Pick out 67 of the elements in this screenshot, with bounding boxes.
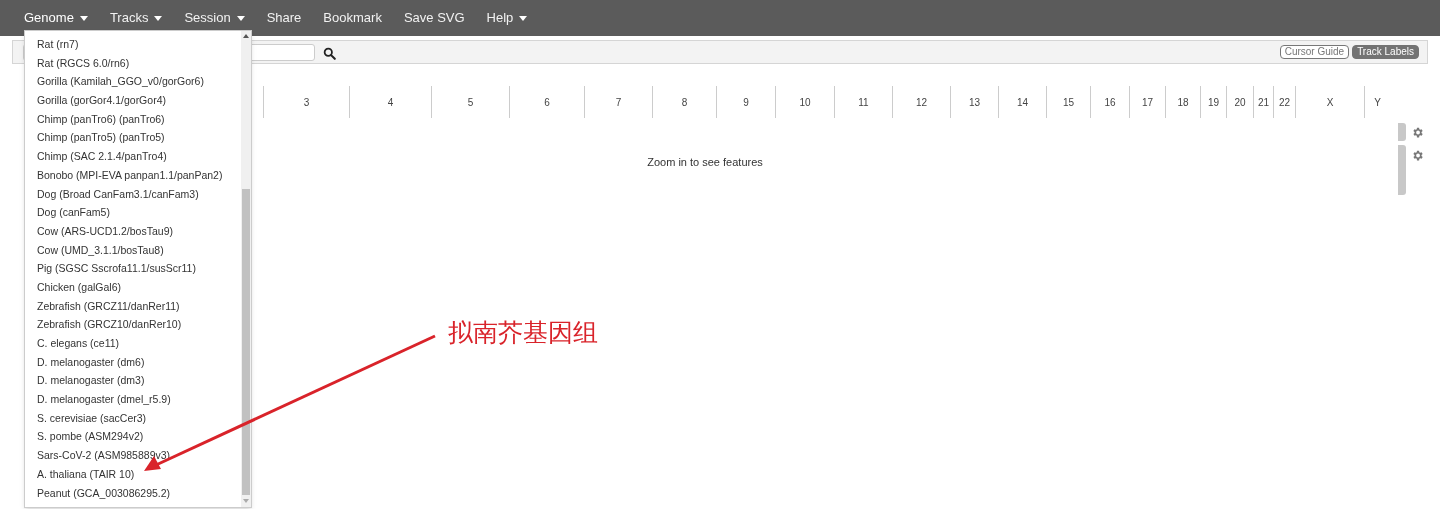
dropdown-item[interactable]: Chimp (panTro5) (panTro5) — [37, 128, 241, 148]
dropdown-item[interactable]: Cow (ARS-UCD1.2/bosTau9) — [37, 221, 241, 241]
status-message: Zoom in to see features — [647, 155, 763, 170]
chromosome-label[interactable]: Y — [1364, 86, 1390, 118]
menu-item[interactable]: Genome — [24, 0, 88, 36]
dropdown-item[interactable]: Zebrafish (GRCZ10/danRer10) — [37, 315, 241, 334]
dropdown-item[interactable]: Zebrafish (GRCZ11/danRer11) — [37, 296, 241, 316]
dropdown-item[interactable]: Dog (Broad CanFam3.1/canFam3) — [37, 184, 241, 204]
menu-item[interactable]: Tracks — [109, 0, 163, 36]
chromosome-label[interactable]: 22 — [1273, 86, 1295, 118]
track-handle[interactable] — [1398, 145, 1406, 195]
track-handle[interactable] — [1398, 123, 1406, 141]
dropdown-item[interactable]: S. cerevisiae (sacCer3) — [37, 408, 241, 428]
chromosome-label[interactable]: 21 — [1253, 86, 1273, 118]
chromosome-label[interactable]: 17 — [1129, 86, 1165, 118]
chromosome-label[interactable]: X — [1295, 86, 1364, 118]
dropdown-item[interactable]: D. melanogaster (dmel_r5.9) — [37, 390, 241, 409]
chromosome-label[interactable]: 3 — [263, 86, 349, 118]
menu-item[interactable]: Session — [184, 0, 245, 36]
settings-icon[interactable] — [1411, 149, 1424, 162]
chromosome-label[interactable]: 18 — [1165, 86, 1200, 118]
chromosome-label[interactable]: 14 — [998, 86, 1046, 118]
dropdown-item[interactable]: S. pombe (ASM294v2) — [37, 427, 241, 447]
chromosome-label[interactable]: 6 — [509, 86, 584, 118]
toggle-button[interactable]: Cursor Guide — [1279, 45, 1350, 59]
settings-icon[interactable] — [1411, 125, 1424, 139]
dropdown-item[interactable]: Chicken (galGal6) — [37, 277, 241, 297]
dropdown-item[interactable]: Chimp (SAC 2.1.4/panTro4) — [37, 147, 241, 166]
chromosome-label[interactable]: 15 — [1046, 86, 1090, 118]
dropdown-item[interactable]: A. thaliana (TAIR 10) — [37, 464, 241, 484]
chromosome-label[interactable]: 11 — [834, 86, 892, 118]
menu-item[interactable]: Bookmark — [323, 0, 382, 36]
dropdown-item[interactable]: Gorilla (gorGor4.1/gorGor4) — [37, 91, 241, 110]
search-icon[interactable] — [323, 47, 336, 60]
dropdown-item[interactable]: Sars-CoV-2 (ASM985889v3) — [37, 446, 241, 465]
chromosome-label[interactable]: 16 — [1090, 86, 1129, 118]
dropdown-item[interactable]: Cow (UMD_3.1.1/bosTau8) — [37, 240, 241, 260]
chromosome-label[interactable]: 12 — [892, 86, 950, 118]
dropdown-item[interactable]: Peanut (GCA_003086295.2) — [37, 483, 241, 503]
chromosome-label[interactable]: 5 — [431, 86, 509, 118]
dropdown-item[interactable]: Chimp (panTro6) (panTro6) — [37, 109, 241, 129]
chromosome-label[interactable]: 13 — [950, 86, 998, 118]
dropdown-item[interactable]: D. melanogaster (dm3) — [37, 371, 241, 391]
chromosome-label[interactable]: 8 — [652, 86, 716, 118]
dropdown-item[interactable]: D. melanogaster (dm6) — [37, 352, 241, 372]
scrollbar[interactable] — [241, 31, 251, 507]
menu-item[interactable]: Share — [266, 0, 302, 36]
chromosome-label[interactable]: 20 — [1226, 86, 1253, 118]
chromosome-label[interactable]: 9 — [716, 86, 775, 118]
chromosome-label[interactable]: 4 — [349, 86, 431, 118]
scroll-up-icon[interactable] — [243, 34, 249, 38]
toggle-button[interactable]: Track Labels — [1352, 45, 1419, 59]
dropdown-item[interactable]: Bonobo (MPI-EVA panpan1.1/panPan2) — [37, 165, 241, 185]
dropdown-item[interactable]: Pig (SGSC Sscrofa11.1/susScr11) — [37, 259, 241, 278]
dropdown-item[interactable]: C. elegans (ce11) — [37, 334, 241, 353]
dropdown-item[interactable]: Rat (rn7) — [37, 35, 241, 54]
dropdown-item[interactable]: Rat (RGCS 6.0/rn6) — [37, 53, 241, 73]
chromosome-label[interactable]: 7 — [584, 86, 652, 118]
chromosome-label[interactable]: 19 — [1200, 86, 1226, 118]
scroll-down-icon[interactable] — [243, 499, 249, 503]
chromosome-label[interactable]: 10 — [775, 86, 834, 118]
annotation-text: 拟南芥基因组 — [448, 317, 598, 348]
dropdown-item[interactable]: Dog (canFam5) — [37, 203, 241, 222]
menu-item[interactable]: Help — [486, 0, 528, 36]
menu-item[interactable]: Save SVG — [403, 0, 465, 36]
dropdown-item[interactable]: Gorilla (Kamilah_GGO_v0/gorGor6) — [37, 72, 241, 92]
scrollbar-thumb[interactable] — [242, 189, 250, 495]
